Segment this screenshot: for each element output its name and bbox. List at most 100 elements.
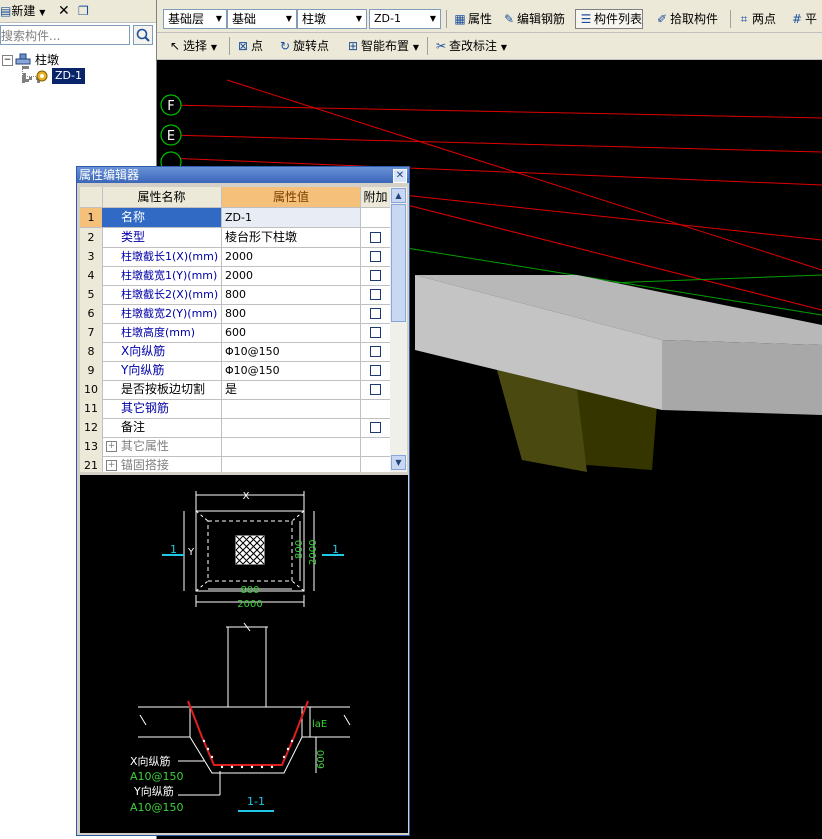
list-icon: ☰ [580,12,592,26]
table-row[interactable]: 13 + 其它属性 [80,437,390,457]
table-row[interactable]: 1 名称 ZD-1 [80,208,390,228]
table-row[interactable]: 2 类型 棱台形下柱墩 [80,228,390,248]
pier-3d-model[interactable] [415,275,822,472]
svg-text:A10@150: A10@150 [130,770,184,783]
search-icon [136,28,150,42]
svg-text:800: 800 [294,540,305,559]
extra-checkbox[interactable] [370,346,381,357]
svg-text:F: F [167,99,174,114]
chevron-down-icon: ▼ [429,14,437,23]
check-label-button[interactable]: ✂ 查改标注 ▼ [431,37,507,55]
close-icon[interactable]: ✕ [393,169,407,183]
delete-icon[interactable]: ✕ [58,2,70,20]
extra-checkbox[interactable] [370,365,381,376]
chevron-down-icon: ▼ [210,43,217,52]
cursor-icon: ↖ [169,39,181,53]
svg-text:2000: 2000 [237,599,262,610]
property-button[interactable]: ▦ 属性 [450,10,492,28]
chevron-down-icon: ▼ [412,43,419,52]
check-label-icon: ✂ [435,39,447,53]
new-icon: ▤ [0,4,12,18]
scroll-down-icon[interactable]: ▼ [391,455,406,470]
svg-text:A10@150: A10@150 [130,801,184,814]
toolbar-row-1: 基础层 ▼ 基础 ▼ 柱墩 ▼ ZD-1 ▼ ▦ 属性 ✎ 编辑钢筋 ☰ 构件列表 ✐ 拾取构件… [157,6,822,33]
parallel-button[interactable]: # 平 [787,10,817,28]
select-button[interactable]: ↖ 选择 ▼ [165,37,217,55]
svg-text:laE: laE [312,719,327,730]
point-icon: ⊠ [237,39,249,53]
new-button[interactable]: ▤新建 ▼ [0,2,45,20]
extra-checkbox[interactable] [370,327,381,338]
smart-layout-icon: ⊞ [347,39,359,53]
extra-checkbox[interactable] [370,270,381,281]
search-input[interactable]: 搜索构件... [0,25,130,45]
property-icon: ▦ [454,12,466,26]
table-row[interactable]: 8 X向纵筋 Φ10@150 [80,342,390,362]
tree-collapse-toggle[interactable]: − [2,55,13,66]
pick-icon: ✐ [656,12,668,26]
chevron-down-icon: ▼ [215,14,223,23]
tree-item-selected[interactable]: ZD-1 [52,68,85,84]
parallel-icon: # [791,12,803,26]
extra-checkbox[interactable] [370,384,381,395]
edit-rebar-icon: ✎ [503,12,515,26]
two-point-icon: ⌗ [740,12,748,26]
smart-layout-button[interactable]: ⊞ 智能布置 ▼ [343,37,419,55]
svg-text:X: X [243,491,250,502]
edit-rebar-button[interactable]: ✎ 编辑钢筋 [499,10,565,28]
table-row[interactable]: 4 柱墩截宽1(Y)(mm) 2000 [80,266,390,286]
point-button[interactable]: ⊠ 点 [233,37,263,55]
table-row[interactable]: 6 柱墩截宽2(Y)(mm) 800 [80,304,390,324]
pick-component-button[interactable]: ✐ 拾取构件 [652,10,718,28]
extra-checkbox[interactable] [370,289,381,300]
table-row[interactable]: 11 其它钢筋 [80,399,390,419]
floor-select[interactable]: 基础层 ▼ [163,9,227,29]
expand-icon[interactable]: + [106,441,117,452]
tree-item-category[interactable]: 柱墩 [35,51,59,68]
name-select[interactable]: ZD-1 ▼ [369,9,441,29]
column-header-extra[interactable]: 附加 [361,187,390,207]
svg-text:1-1: 1-1 [247,795,265,808]
svg-text:Y: Y [187,547,195,558]
property-scrollbar[interactable]: ▲ ▼ [390,187,407,472]
table-row[interactable]: 12 备注 [80,418,390,438]
search-button[interactable] [133,25,153,45]
table-row[interactable]: 21 + 锚固搭接 [80,456,390,472]
chevron-down-icon: ▼ [39,8,46,17]
copy-icon[interactable]: ❐ [78,2,89,20]
extra-checkbox[interactable] [370,232,381,243]
expand-icon[interactable]: + [106,460,117,471]
svg-text:X向纵筋: X向纵筋 [130,754,171,768]
svg-text:2000: 2000 [308,540,319,565]
section-diagram: X Y 800 2000 800 2000 1 1 laE 600 X向纵筋 A… [80,475,408,833]
table-row[interactable]: 10 是否按板边切割 是 [80,380,390,400]
chevron-down-icon: ▼ [355,14,363,23]
extra-checkbox[interactable] [370,251,381,262]
table-row[interactable]: 7 柱墩高度(mm) 600 [80,323,390,343]
axis-bubble-e: E [160,124,182,146]
two-point-button[interactable]: ⌗ 两点 [734,10,776,28]
table-header: 属性名称 属性值 附加 [80,187,390,208]
gear-icon [35,69,49,83]
column-header-value[interactable]: 属性值 [222,187,361,207]
extra-checkbox[interactable] [370,308,381,319]
property-editor-title[interactable]: 属性编辑器 [77,167,409,183]
column-header-name[interactable]: 属性名称 [102,187,222,207]
component-select[interactable]: 柱墩 ▼ [297,9,367,29]
rotate-icon: ↻ [279,39,291,53]
svg-text:Y向纵筋: Y向纵筋 [133,784,174,798]
extra-checkbox[interactable] [370,422,381,433]
scroll-thumb[interactable] [391,204,406,322]
rotate-point-button[interactable]: ↻ 旋转点 [275,37,329,55]
name-value[interactable]: ZD-1 [222,208,361,227]
svg-text:600: 600 [316,750,327,769]
component-list-button[interactable]: ☰ 构件列表 [575,9,644,29]
table-row[interactable]: 3 柱墩截长1(X)(mm) 2000 [80,247,390,267]
svg-text:800: 800 [240,585,259,596]
toolbar-row-2: ↖ 选择 ▼ ⊠ 点 ↻ 旋转点 ⊞ 智能布置 ▼ ✂ 查改标注 ▼ [157,33,822,60]
scroll-up-icon[interactable]: ▲ [391,188,406,203]
table-row[interactable]: 5 柱墩截长2(X)(mm) 800 [80,285,390,305]
table-row[interactable]: 9 Y向纵筋 Φ10@150 [80,361,390,381]
type-select[interactable]: 基础 ▼ [227,9,297,29]
property-table: 属性名称 属性值 附加 1 名称 ZD-1 2 类型 棱台形下柱墩 3 柱墩截长… [80,187,390,472]
